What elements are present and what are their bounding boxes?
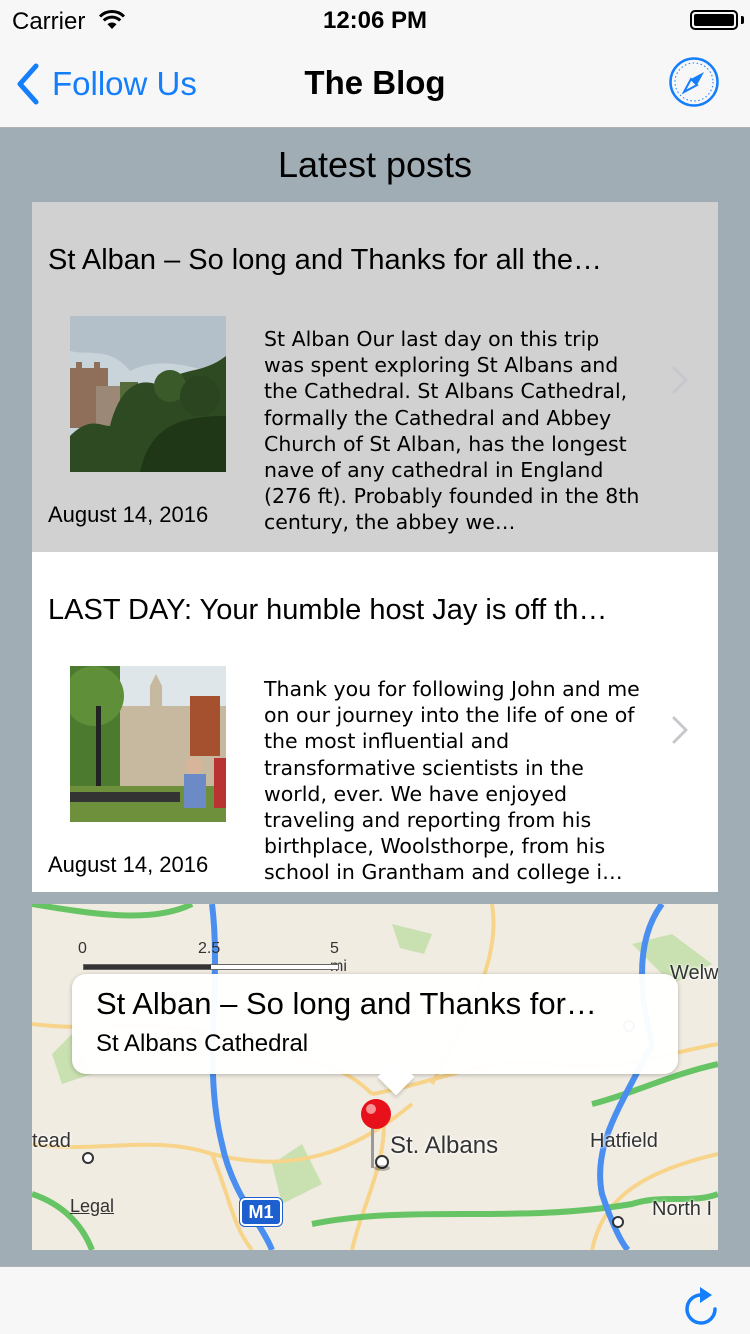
battery-icon — [690, 10, 738, 30]
post-title: St Alban – So long and Thanks for all th… — [48, 244, 603, 276]
map-view[interactable]: 0 2.5 5 mi Welw tead St. Albans Hatfield… — [32, 904, 718, 1250]
post-date: August 14, 2016 — [48, 502, 209, 527]
scale-label-2-5: 2.5 — [198, 940, 221, 957]
page-title: The Blog — [304, 64, 446, 101]
scale-bar — [83, 964, 339, 970]
post-title: LAST DAY: Your humble host Jay is off th… — [48, 594, 608, 626]
map-place-welwyn: Welw — [670, 962, 718, 984]
map-place-hatfield: Hatfield — [590, 1130, 658, 1152]
post-excerpt: St Alban Our last day on this trip was s… — [264, 327, 640, 535]
navigation-bar: Follow Us The Blog — [0, 40, 750, 128]
map-callout[interactable]: St Alban – So long and Thanks for… St Al… — [72, 974, 678, 1096]
map-pin-icon[interactable] — [358, 1098, 398, 1178]
map-place-st-albans: St. Albans — [390, 1132, 499, 1159]
battery-tip — [741, 16, 744, 24]
status-time: 12:06 PM — [322, 7, 428, 34]
post-thumbnail — [70, 666, 226, 822]
post-row[interactable]: LAST DAY: Your humble host Jay is off th… — [32, 552, 718, 892]
bottom-toolbar — [0, 1266, 750, 1334]
safari-compass-icon[interactable] — [668, 56, 720, 108]
map-scale: 0 2.5 5 mi — [78, 940, 348, 975]
legal-link[interactable]: Legal — [70, 1196, 114, 1217]
callout-title: St Alban – So long and Thanks for… — [96, 986, 597, 1021]
post-date: August 14, 2016 — [48, 852, 209, 877]
road-shield-m1: M1 — [240, 1198, 282, 1226]
chevron-right-icon — [672, 716, 688, 744]
post-row[interactable]: St Alban – So long and Thanks for all th… — [32, 202, 718, 552]
scale-label-5mi: 5 mi — [330, 940, 347, 975]
refresh-icon[interactable] — [680, 1285, 722, 1329]
post-excerpt: Thank you for following John and me on o… — [264, 677, 640, 885]
callout-subtitle: St Albans Cathedral — [96, 1030, 309, 1057]
map-place-north: North I — [652, 1198, 713, 1220]
section-title: Latest posts — [277, 144, 473, 185]
post-thumbnail — [70, 316, 226, 472]
chevron-right-icon — [672, 366, 688, 394]
status-bar: Carrier 12:06 PM — [0, 0, 750, 40]
map-place-hempstead: tead — [32, 1130, 71, 1152]
scale-label-0: 0 — [78, 940, 87, 957]
